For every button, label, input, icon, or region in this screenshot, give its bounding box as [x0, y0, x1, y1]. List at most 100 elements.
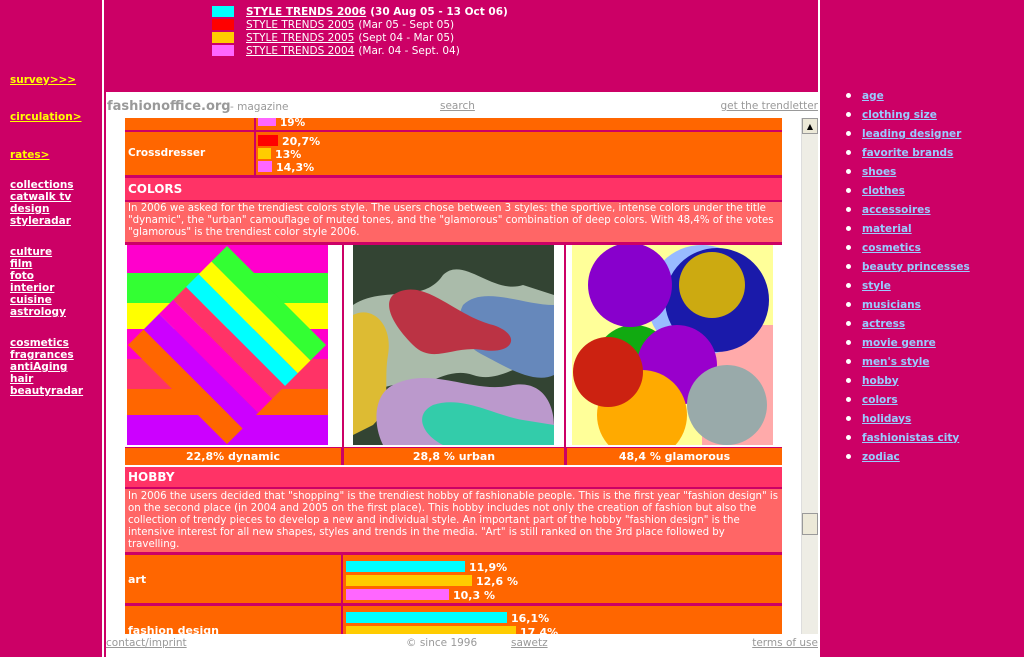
trendletter-link[interactable]: get the trendletter: [720, 100, 818, 112]
nav-age[interactable]: age: [862, 90, 884, 102]
hobby-row-fashion-design: fashion design 16,1% 17,4%: [125, 606, 782, 634]
nav-cuisine[interactable]: cuisine: [0, 294, 104, 306]
nav-movie-genre[interactable]: movie genre: [862, 337, 936, 349]
legend-2005b: STYLE TRENDS 2005 (Sept 04 - Mar 05): [212, 31, 454, 44]
art-label: art: [128, 573, 147, 586]
nav-cosmetics-r[interactable]: cosmetics: [862, 242, 921, 254]
nav-leading-designer[interactable]: leading designer: [862, 128, 961, 140]
contact-link[interactable]: contact/imprint: [106, 637, 187, 649]
caption-glamorous: 48,4 % glamorous: [567, 448, 782, 465]
nav-beauty-princesses[interactable]: beauty princesses: [862, 261, 970, 273]
copyright-text: © since 1996: [406, 637, 478, 649]
legend-swatch-red: [212, 19, 234, 30]
bar-yellow: [346, 575, 472, 586]
legend-swatch-yellow: [212, 32, 234, 43]
legend-swatch-cyan: [212, 6, 234, 17]
bar-yellow: [258, 148, 271, 159]
nav-foto[interactable]: foto: [0, 270, 104, 282]
nav-cosmetics[interactable]: cosmetics: [0, 337, 104, 349]
art-v3: 10,3 %: [453, 589, 495, 602]
nav-film[interactable]: film: [0, 258, 104, 270]
legend-link-2005a[interactable]: STYLE TRENDS 2005: [246, 19, 354, 31]
bar-cyan: [346, 561, 465, 572]
nav-fashionistas-city[interactable]: fashionistas city: [862, 432, 959, 444]
legend-link-2005b[interactable]: STYLE TRENDS 2005: [246, 32, 354, 44]
nav-culture[interactable]: culture: [0, 246, 104, 258]
nav-beautyradar[interactable]: beautyradar: [0, 385, 104, 397]
nav-material[interactable]: material: [862, 223, 912, 235]
caption-urban: 28,8 % urban: [344, 448, 564, 465]
nav-collections[interactable]: collections: [0, 179, 104, 191]
nav-mens-style[interactable]: men's style: [862, 356, 930, 368]
hobby-description: In 2006 the users decided that "shopping…: [125, 489, 782, 552]
right-nav: age clothing size leading designer favor…: [822, 0, 1024, 657]
colors-description: In 2006 we asked for the trendiest color…: [125, 202, 782, 242]
site-header-bar: fashionoffice.org - magazine search get …: [106, 92, 818, 118]
legend-2004: STYLE TRENDS 2004 (Mar. 04 - Sept. 04): [212, 44, 460, 57]
colors-heading: COLORS: [128, 182, 183, 196]
nav-colors[interactable]: colors: [862, 394, 898, 406]
crossdresser-v3: 14,3%: [276, 161, 315, 174]
rates-link[interactable]: rates>: [0, 149, 104, 161]
legend-link-2004[interactable]: STYLE TRENDS 2004: [246, 45, 354, 57]
pct-value: 19%: [280, 118, 306, 129]
crossdresser-v1: 20,7%: [282, 135, 321, 148]
legend-range-2004: (Mar. 04 - Sept. 04): [358, 44, 460, 57]
legend-range-2005b: (Sept 04 - Mar 05): [358, 31, 455, 44]
legend-2005a: STYLE TRENDS 2005 (Mar 05 - Sept 05): [212, 18, 454, 31]
bar-pink: [258, 118, 276, 126]
scroll-up-icon[interactable]: ▲: [802, 118, 818, 134]
art-v2: 12,6 %: [476, 575, 518, 588]
nav-actress[interactable]: actress: [862, 318, 905, 330]
search-link[interactable]: search: [440, 100, 475, 112]
urban-image: [353, 245, 554, 445]
nav-hair[interactable]: hair: [0, 373, 104, 385]
fashion-design-label: fashion design: [128, 624, 219, 634]
caption-dynamic: 22,8% dynamic: [125, 448, 341, 465]
nav-favorite-brands[interactable]: favorite brands: [862, 147, 953, 159]
author-link[interactable]: sawetz: [511, 637, 548, 649]
nav-fragrances[interactable]: fragrances: [0, 349, 104, 361]
nav-catwalk-tv[interactable]: catwalk tv: [0, 191, 104, 203]
hobby-heading: HOBBY: [128, 470, 175, 484]
legend-range-2006: (30 Aug 05 - 13 Oct 06): [370, 5, 508, 18]
site-logo[interactable]: fashionoffice.org: [107, 99, 231, 114]
nav-musicians[interactable]: musicians: [862, 299, 921, 311]
color-images: [125, 245, 782, 447]
nav-astrology[interactable]: astrology: [0, 306, 104, 318]
nav-hobby[interactable]: hobby: [862, 375, 899, 387]
legend-link-2006[interactable]: STYLE TRENDS 2006: [246, 6, 366, 18]
hobby-heading-row: HOBBY: [125, 467, 782, 487]
hobby-row-art: art 11,9% 12,6 % 10,3 %: [125, 555, 782, 603]
colors-heading-row: COLORS: [125, 178, 782, 200]
nav-antiaging[interactable]: antiAging: [0, 361, 104, 373]
bar-red: [258, 135, 278, 146]
survey-link[interactable]: survey>>>: [0, 74, 104, 86]
nav-shoes[interactable]: shoes: [862, 166, 896, 178]
legend-swatch-pink: [212, 45, 234, 56]
nav-style[interactable]: style: [862, 280, 891, 292]
nav-clothing-size[interactable]: clothing size: [862, 109, 937, 121]
bar-yellow: [346, 626, 516, 634]
bar-cyan: [346, 612, 507, 623]
glamorous-image: [572, 245, 773, 445]
circulation-link[interactable]: circulation>: [0, 111, 104, 123]
right-divider: [818, 0, 820, 657]
fashion-v2: 17,4%: [520, 626, 559, 634]
nav-clothes[interactable]: clothes: [862, 185, 905, 197]
magazine-label: - magazine: [230, 101, 289, 113]
dynamic-image: [127, 245, 328, 445]
scrollbar[interactable]: ▲: [801, 118, 818, 634]
nav-accessoires[interactable]: accessoires: [862, 204, 931, 216]
nav-interior[interactable]: interior: [0, 282, 104, 294]
crossdresser-row: Crossdresser 20,7% 13% 14,3%: [125, 132, 782, 175]
nav-zodiac[interactable]: zodiac: [862, 451, 900, 463]
crossdresser-label: Crossdresser: [128, 147, 206, 159]
nav-design[interactable]: design: [0, 203, 104, 215]
scroll-thumb[interactable]: [802, 513, 818, 535]
nav-holidays[interactable]: holidays: [862, 413, 911, 425]
content-area: 19% Crossdresser 20,7% 13% 14,3% COLORS …: [106, 118, 818, 634]
legend-range-2005a: (Mar 05 - Sept 05): [358, 18, 455, 31]
nav-styleradar[interactable]: styleradar: [0, 215, 104, 227]
terms-link[interactable]: terms of use: [752, 637, 818, 649]
